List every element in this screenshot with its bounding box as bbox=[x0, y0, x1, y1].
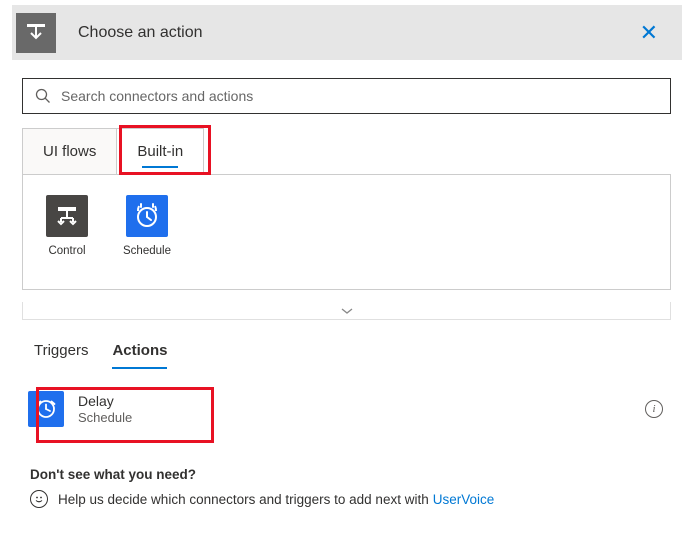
connectors-panel: Control Schedule bbox=[22, 174, 671, 290]
action-subtitle: Schedule bbox=[78, 410, 132, 425]
chevron-down-icon bbox=[340, 307, 354, 315]
close-icon[interactable]: ✕ bbox=[632, 16, 666, 50]
tab-ui-flows[interactable]: UI flows bbox=[22, 128, 116, 174]
smiley-icon bbox=[30, 490, 48, 508]
tab-built-in[interactable]: Built-in bbox=[116, 128, 204, 174]
action-title: Delay bbox=[78, 393, 132, 409]
panel-header: Choose an action ✕ bbox=[12, 5, 682, 60]
panel-title: Choose an action bbox=[78, 24, 203, 42]
info-icon[interactable]: i bbox=[645, 400, 663, 418]
connector-schedule[interactable]: Schedule bbox=[119, 195, 175, 257]
action-panel-icon bbox=[16, 13, 56, 53]
delay-clock-icon bbox=[28, 391, 64, 427]
action-text: Delay Schedule bbox=[78, 393, 132, 425]
subtab-actions[interactable]: Actions bbox=[112, 342, 167, 367]
action-delay[interactable]: Delay Schedule i bbox=[22, 379, 671, 439]
hint-section: Don't see what you need? Help us decide … bbox=[30, 467, 671, 508]
hint-body-text: Help us decide which connectors and trig… bbox=[58, 492, 429, 507]
hint-title: Don't see what you need? bbox=[30, 467, 671, 482]
search-input[interactable] bbox=[61, 88, 658, 104]
schedule-icon bbox=[126, 195, 168, 237]
subtab-triggers[interactable]: Triggers bbox=[34, 342, 88, 367]
connector-label: Control bbox=[48, 245, 85, 257]
search-icon bbox=[35, 88, 51, 104]
connector-control[interactable]: Control bbox=[39, 195, 95, 257]
sub-tabs: Triggers Actions bbox=[34, 342, 671, 367]
search-box[interactable] bbox=[22, 78, 671, 114]
uservoice-link[interactable]: UserVoice bbox=[433, 492, 495, 507]
connector-label: Schedule bbox=[123, 245, 171, 257]
collapse-handle[interactable] bbox=[22, 302, 671, 320]
control-icon bbox=[46, 195, 88, 237]
category-tabs: UI flows Built-in bbox=[22, 128, 671, 174]
